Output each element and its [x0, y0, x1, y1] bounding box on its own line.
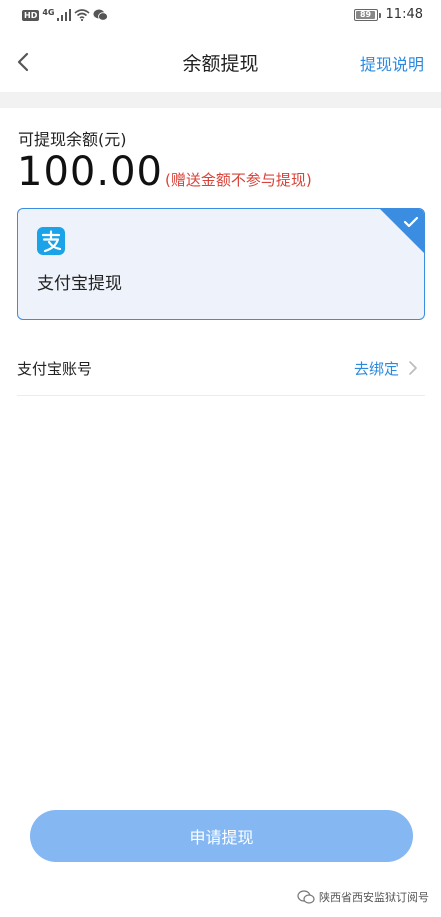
- chevron-right-icon: [409, 361, 417, 375]
- hd-badge: HD: [22, 9, 40, 21]
- watermark-text: 陕西省西安监狱订阅号: [319, 891, 429, 904]
- alipay-account-label: 支付宝账号: [17, 360, 93, 378]
- status-right: 89 11:48: [353, 7, 423, 22]
- wechat-icon: [93, 9, 109, 21]
- network-type: 4G: [42, 7, 55, 17]
- apply-withdraw-button[interactable]: 申请提现: [30, 810, 413, 862]
- balance-amount: 100.00: [17, 149, 163, 195]
- balance-row: 100.00 (赠送金额不参与提现): [17, 146, 312, 198]
- status-bar: HD 4G 89 11:48: [0, 0, 441, 32]
- bonus-note: (赠送金额不参与提现): [164, 171, 312, 189]
- section-divider: [0, 92, 441, 108]
- unbind-link[interactable]: 去绑定: [354, 358, 399, 379]
- alipay-icon: [37, 227, 65, 255]
- alipay-withdraw-option[interactable]: 支付宝提现: [17, 208, 425, 320]
- battery-level: 89: [359, 9, 372, 19]
- status-left: HD 4G: [22, 7, 109, 21]
- signal-icon: [57, 9, 72, 21]
- clock: 11:48: [385, 7, 423, 22]
- nav-bar: 余额提现 提现说明: [0, 36, 441, 88]
- withdraw-help-link[interactable]: 提现说明: [360, 51, 424, 75]
- watermark: 陕西省西安监狱订阅号: [297, 889, 429, 905]
- selected-check-icon: [380, 209, 424, 253]
- alipay-account-row[interactable]: 支付宝账号 去绑定: [17, 340, 425, 396]
- alipay-withdraw-label: 支付宝提现: [37, 274, 122, 294]
- wechat-official-icon: [297, 890, 315, 904]
- wifi-icon: [74, 9, 91, 21]
- battery-icon: 89: [353, 8, 381, 21]
